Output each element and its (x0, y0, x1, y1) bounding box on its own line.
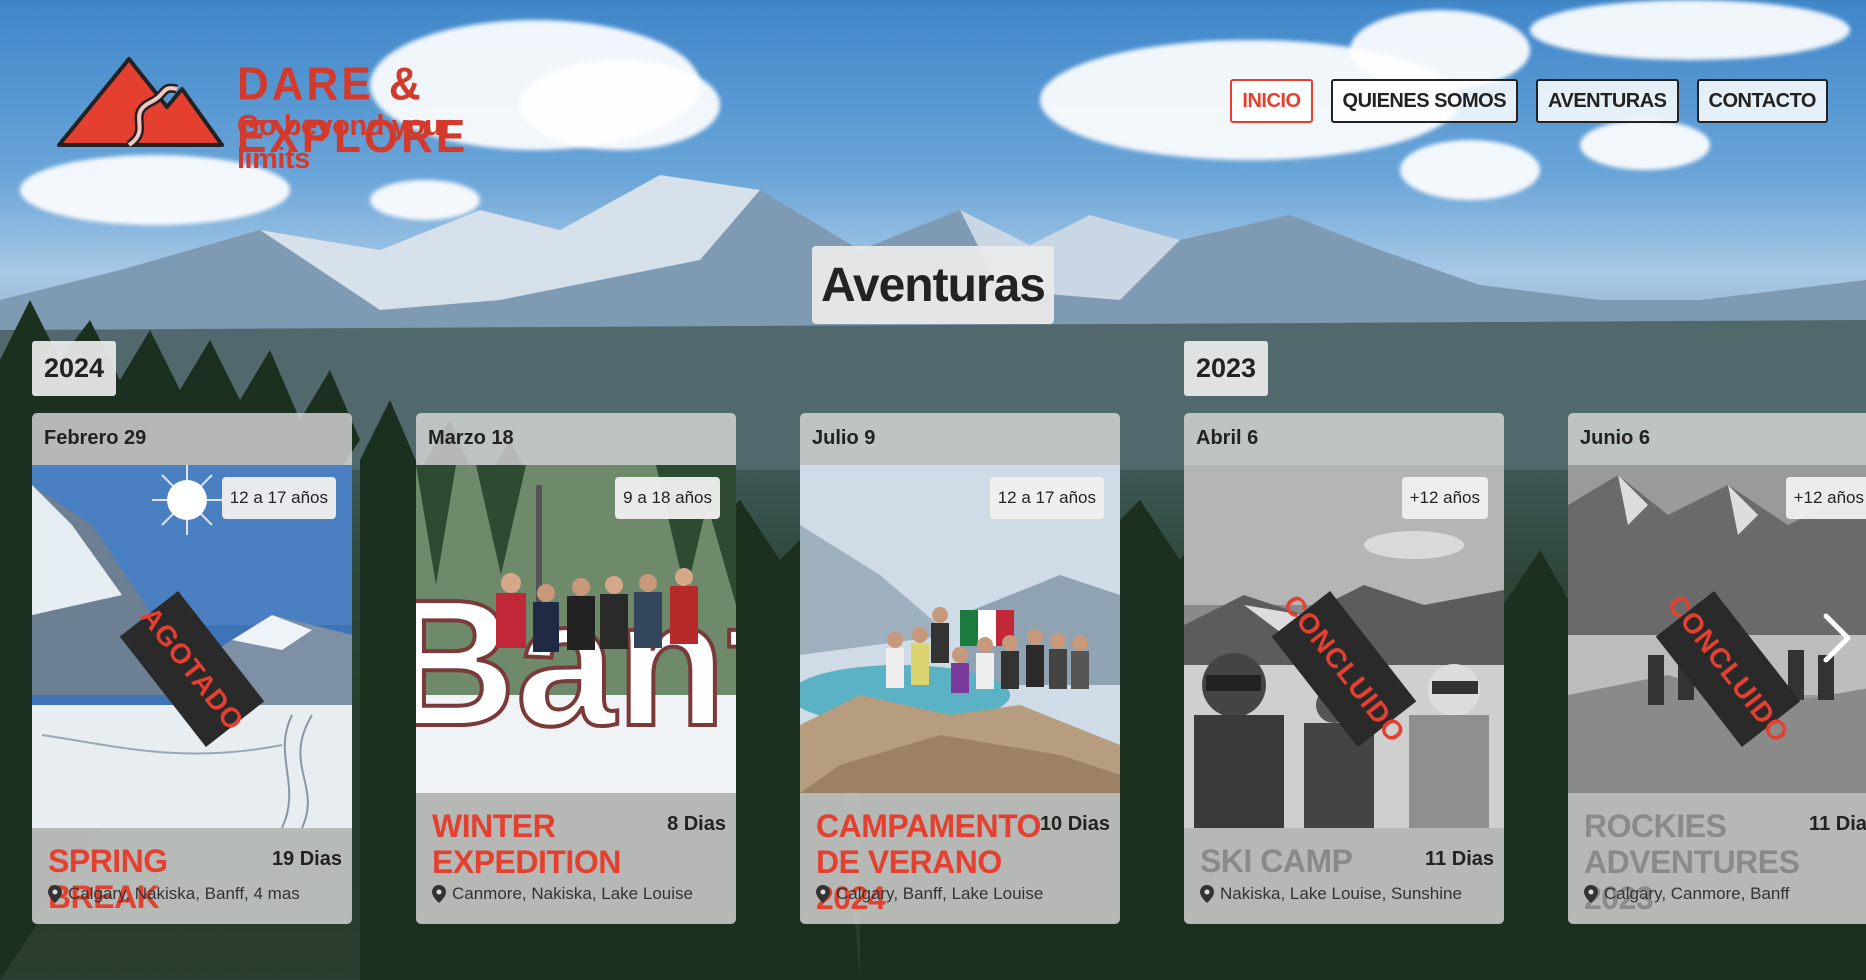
map-pin-icon (816, 885, 830, 903)
nav-aventuras[interactable]: AVENTURAS (1536, 79, 1679, 123)
age-badge: +12 años (1401, 477, 1488, 519)
card-date: Junio 6 (1580, 427, 1651, 449)
card-days: 8 Dias (667, 813, 726, 835)
card-location: Calgary, Nakiska, Banff, 4 mas (48, 884, 300, 904)
card-location: Calgary, Canmore, Banff (1584, 884, 1790, 904)
card-date: Abril 6 (1196, 427, 1259, 449)
mountain-logo-icon (57, 57, 224, 147)
year-tag-2023: 2023 (1184, 341, 1269, 396)
nav-inicio[interactable]: INICIO (1230, 79, 1313, 123)
nav-quienes-somos[interactable]: QUIENES SOMOS (1330, 79, 1519, 123)
adventure-card-rockies-adventures[interactable]: Junio 6 +12 años CONCLUIDO ROCKIES ADVEN… (1568, 413, 1866, 924)
adventure-card-campamento-verano[interactable]: Julio 9 12 a 17 años CAMPAMENTO DE VERAN… (800, 413, 1120, 924)
card-location-text: Calgary, Banff, Lake Louise (836, 884, 1044, 903)
brand-tagline: Go beyond your limits (237, 110, 453, 175)
page-title: Aventuras (812, 246, 1054, 324)
year-tag-2024: 2024 (32, 341, 117, 396)
age-badge: 12 a 17 años (989, 477, 1104, 519)
card-days: 19 Dias (271, 848, 342, 870)
card-date: Marzo 18 (428, 427, 514, 449)
card-location: Nakiska, Lake Louise, Sunshine (1200, 884, 1462, 904)
map-pin-icon (1200, 885, 1214, 903)
brand-logo[interactable]: DARE & EXPLORE Go beyond your limits (57, 55, 527, 175)
chevron-right-icon[interactable] (1818, 612, 1854, 664)
adventure-card-winter-expedition[interactable]: Marzo 18 Banff 9 a 18 años WINTER EXPEDI… (416, 413, 736, 924)
card-location: Calgary, Banff, Lake Louise (816, 884, 1043, 904)
main-nav: INICIO QUIENES SOMOS AVENTURAS CONTACTO (1230, 79, 1828, 123)
age-badge: 12 a 17 años (221, 477, 336, 519)
map-pin-icon (432, 885, 446, 903)
card-location-text: Canmore, Nakiska, Lake Louise (452, 884, 693, 903)
card-location: Canmore, Nakiska, Lake Louise (432, 884, 693, 904)
card-title[interactable]: SPRING BREAK (48, 843, 268, 915)
card-days: 10 Dias (1039, 813, 1110, 835)
card-location-text: Calgary, Canmore, Banff (1604, 884, 1790, 903)
card-location-text: Nakiska, Lake Louise, Sunshine (1220, 884, 1462, 903)
card-date: Febrero 29 (44, 427, 147, 449)
age-badge: +12 años (1785, 477, 1866, 519)
adventure-card-spring-break[interactable]: Febrero 29 12 a 17 años AGOTADO SPRING B… (32, 413, 352, 924)
nav-contacto[interactable]: CONTACTO (1696, 79, 1828, 123)
adventure-card-ski-camp[interactable]: Abril 6 +12 años CONCLUIDO SKI CAMP 11 D… (1184, 413, 1504, 924)
card-location-text: Calgary, Nakiska, Banff, 4 mas (68, 884, 300, 903)
card-title[interactable]: WINTER EXPEDITION (432, 808, 652, 880)
map-pin-icon (1584, 885, 1598, 903)
card-title[interactable]: SKI CAMP (1200, 843, 1420, 879)
card-date: Julio 9 (812, 427, 876, 449)
age-badge: 9 a 18 años (615, 477, 720, 519)
card-days: 11 Dias (1809, 813, 1866, 835)
card-days: 11 Dias (1425, 848, 1494, 870)
map-pin-icon (48, 885, 62, 903)
